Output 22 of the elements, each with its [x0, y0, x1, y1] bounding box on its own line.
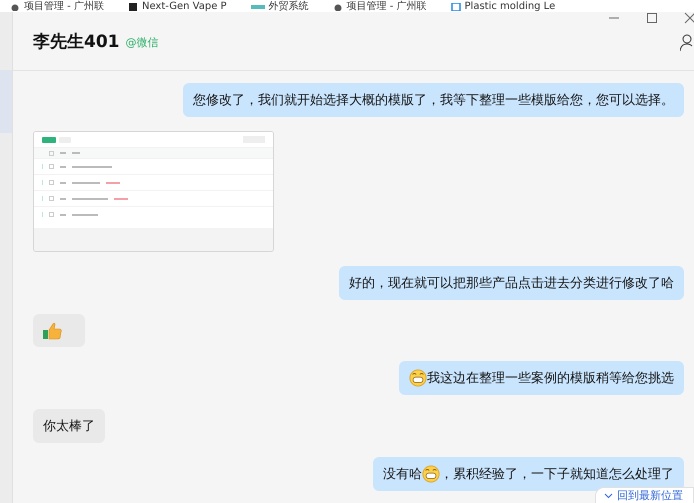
maximize-icon[interactable] [646, 12, 658, 24]
browser-tab[interactable]: Plastic molding Le [450, 1, 556, 12]
grinning-emoji-icon [422, 465, 440, 483]
close-icon[interactable] [684, 12, 694, 24]
grinning-emoji-icon [409, 369, 427, 387]
contact-source: @微信 [126, 35, 158, 50]
browser-tab[interactable]: 项目管理 - 广州联 [332, 1, 427, 12]
add-contact-icon[interactable] [680, 34, 694, 52]
browser-tab[interactable]: Next-Gen Vape P [128, 1, 227, 12]
browser-tab[interactable]: 外贸系统 [250, 1, 309, 12]
contact-name: 李先生401 [33, 30, 120, 52]
message-bubble: 好的，现在就可以把那些产品点击进去分类进行修改了哈 [339, 266, 684, 300]
message-bubble: 您修改了，我们就开始选择大概的模版了，我等下整理一些模版给您，您可以选择。 [183, 83, 684, 117]
message-bubble: 没有哈 ，累积经验了，一下子就知道怎么处理了 [373, 457, 684, 491]
message-bubble: 你太棒了 [33, 409, 105, 443]
sidebar-highlight [0, 70, 12, 133]
screenshot-thumbnail[interactable] [33, 131, 274, 252]
browser-tab[interactable]: 项目管理 - 广州联 [10, 1, 104, 12]
jump-to-latest-button[interactable]: 回到最新位置 [595, 487, 694, 503]
thumbs-up-icon [43, 322, 63, 340]
chevron-down-icon [604, 492, 613, 498]
message-bubble: 我这边在整理一些案例的模版稍等给您挑选 [399, 361, 684, 395]
